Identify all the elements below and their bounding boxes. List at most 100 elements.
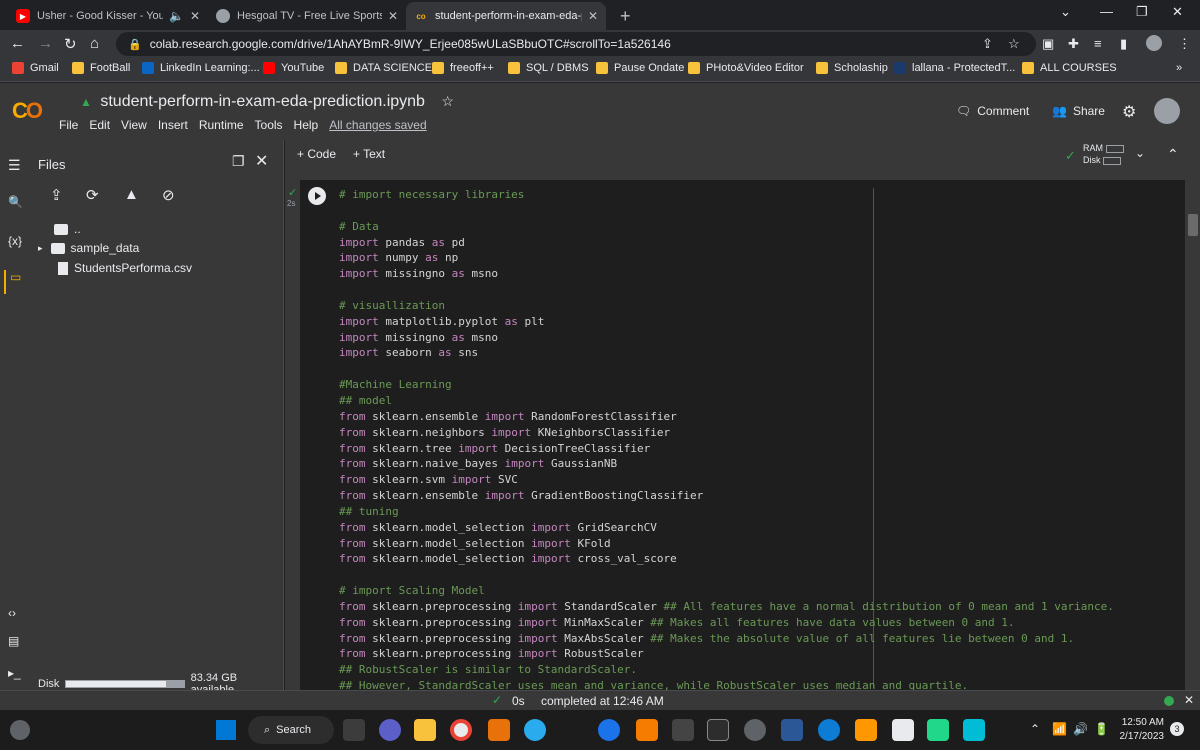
taskbar-search[interactable]: ⌕ Search (248, 716, 334, 744)
code-line[interactable]: from sklearn.model_selection import cros… (339, 551, 1184, 567)
bookmark-photo-video[interactable]: PHoto&Video Editor (688, 62, 804, 74)
file-row-parent[interactable]: .. (54, 222, 81, 236)
settings-gear-icon[interactable]: ⚙ (1122, 102, 1136, 122)
bookmark-star-icon[interactable]: ☆ (1008, 36, 1020, 52)
bookmark-linkedin[interactable]: LinkedIn Learning:... (142, 62, 260, 74)
code-line[interactable]: import missingno as msno (339, 266, 1184, 282)
vscode-icon[interactable] (781, 719, 803, 741)
hide-files-eye-icon[interactable]: ⊘ (162, 186, 175, 204)
bookmark-scholaship[interactable]: Scholaship (816, 62, 888, 74)
bookmark-data-science[interactable]: DATA SCIENCE (335, 62, 432, 74)
code-line[interactable]: import numpy as np (339, 250, 1184, 266)
add-code-button[interactable]: + Code (297, 147, 336, 161)
back-icon[interactable]: ← (10, 35, 25, 52)
comment-button[interactable]: 🗨 Comment (956, 104, 1029, 118)
menu-tools[interactable]: Tools (255, 118, 283, 132)
upload-file-icon[interactable]: ⇪ (50, 186, 63, 204)
weather-icon[interactable] (10, 720, 30, 740)
menu-insert[interactable]: Insert (158, 118, 188, 132)
menu-help[interactable]: Help (294, 118, 319, 132)
code-line[interactable] (339, 203, 1184, 219)
code-line[interactable]: import missingno as msno (339, 330, 1184, 346)
notebook-scrollbar[interactable] (1188, 214, 1198, 236)
mount-drive-icon[interactable]: ▲ (124, 186, 139, 203)
refresh-folder-icon[interactable]: ⟳ (86, 186, 99, 204)
windows-start-icon[interactable] (216, 720, 236, 740)
notification-badge[interactable]: 3 (1170, 722, 1184, 736)
browser-tab-hesgoal[interactable]: Hesgoal TV - Free Live Sports Streaming … (208, 2, 406, 30)
search-icon[interactable]: 🔍 (8, 195, 23, 209)
code-line[interactable]: from sklearn.naive_bayes import Gaussian… (339, 456, 1184, 472)
close-panel-icon[interactable]: ✕ (255, 151, 268, 171)
close-window-icon[interactable]: ✕ (1172, 4, 1183, 20)
telegram-icon[interactable] (524, 719, 546, 741)
puzzle-icon[interactable]: ✚ (1068, 36, 1079, 52)
code-snippets-icon[interactable]: ‹› (8, 606, 16, 620)
reload-icon[interactable]: ↻ (64, 35, 77, 53)
code-line[interactable]: import seaborn as sns (339, 345, 1184, 361)
chat-icon[interactable] (379, 719, 401, 741)
bookmark-all-courses[interactable]: ALL COURSES (1022, 62, 1117, 74)
table-of-contents-icon[interactable]: ☰ (8, 157, 21, 174)
code-line[interactable] (339, 361, 1184, 377)
colab-logo[interactable]: CO (12, 98, 43, 124)
menu-edit[interactable]: Edit (89, 118, 110, 132)
code-line[interactable]: #Machine Learning (339, 377, 1184, 393)
battery-icon[interactable]: 🔋 (1094, 722, 1109, 736)
close-status-icon[interactable]: ✕ (1184, 693, 1194, 707)
code-line[interactable]: from sklearn.neighbors import KNeighbors… (339, 425, 1184, 441)
vpn-icon[interactable] (598, 719, 620, 741)
code-line[interactable]: import pandas as pd (339, 235, 1184, 251)
open-in-tab-icon[interactable]: ❐ (232, 153, 245, 170)
wifi-icon[interactable]: 📶 (1052, 722, 1067, 736)
restore-icon[interactable]: ❐ (1136, 4, 1148, 20)
tray-chevron-icon[interactable]: ⌃ (1030, 722, 1040, 736)
chrome-icon[interactable] (450, 719, 472, 741)
forward-icon[interactable]: → (38, 35, 53, 52)
file-explorer-icon[interactable] (414, 719, 436, 741)
clock[interactable]: 12:50 AM 2/17/2023 (1118, 716, 1165, 744)
sublime-icon[interactable] (855, 719, 877, 741)
code-line[interactable]: ## RobustScaler is similar to StandardSc… (339, 662, 1184, 678)
code-line[interactable]: # visuallization (339, 298, 1184, 314)
bookmark-freeoff[interactable]: freeoff++ (432, 62, 494, 74)
bookmark-youtube[interactable]: YouTube (263, 62, 324, 74)
extension-icon[interactable]: ▣ (1042, 36, 1054, 52)
code-editor[interactable]: # import necessary libraries # Data impor… (339, 187, 1184, 694)
code-line[interactable]: ## tuning (339, 504, 1184, 520)
collapse-header-icon[interactable]: ⌃ (1167, 146, 1179, 163)
remote-desktop-icon[interactable] (963, 719, 985, 741)
code-line[interactable] (339, 282, 1184, 298)
notebook-title[interactable]: student-perform-in-exam-eda-prediction.i… (100, 93, 425, 110)
close-tab-icon[interactable]: ✕ (588, 9, 598, 23)
code-line[interactable]: from sklearn.model_selection import Grid… (339, 520, 1184, 536)
share-page-icon[interactable]: ⇪ (982, 36, 993, 52)
run-cell-button[interactable] (308, 187, 326, 205)
menu-file[interactable]: File (59, 118, 78, 132)
volume-icon[interactable]: 🔊 (1073, 722, 1088, 736)
code-line[interactable]: from sklearn.ensemble import RandomFores… (339, 409, 1184, 425)
code-line[interactable] (339, 567, 1184, 583)
settings-gear-icon[interactable] (744, 719, 766, 741)
runtime-dropdown-icon[interactable]: ⌄ (1135, 146, 1145, 160)
command-palette-icon[interactable]: ▤ (8, 634, 19, 648)
home-icon[interactable]: ⌂ (90, 35, 99, 52)
app-window-icon[interactable] (672, 719, 694, 741)
save-status[interactable]: All changes saved (329, 118, 426, 132)
bookmark-gmail[interactable]: Gmail (12, 62, 59, 74)
browser-tab-youtube[interactable]: ▶ Usher - Good Kisser - YouTube 🔈 ✕ (8, 2, 208, 30)
bookmark-sql-dbms[interactable]: SQL / DBMS (508, 62, 589, 74)
vlc-icon[interactable] (636, 719, 658, 741)
file-row-sample-data[interactable]: ▸ sample_data (38, 241, 139, 255)
close-tab-icon[interactable]: ✕ (388, 9, 398, 23)
code-line[interactable]: from sklearn.preprocessing import Robust… (339, 646, 1184, 662)
code-line[interactable]: from sklearn.tree import DecisionTreeCla… (339, 441, 1184, 457)
terminal-icon[interactable]: ▸_ (8, 666, 21, 680)
code-line[interactable]: from sklearn.preprocessing import MinMax… (339, 615, 1184, 631)
bookmarks-overflow-button[interactable]: » (1176, 62, 1182, 74)
menu-view[interactable]: View (121, 118, 147, 132)
file-row-csv[interactable]: StudentsPerforma.csv (58, 261, 192, 275)
add-text-button[interactable]: + Text (353, 147, 385, 161)
code-line[interactable]: # Data (339, 219, 1184, 235)
side-panel-icon[interactable]: ▮ (1120, 36, 1127, 52)
